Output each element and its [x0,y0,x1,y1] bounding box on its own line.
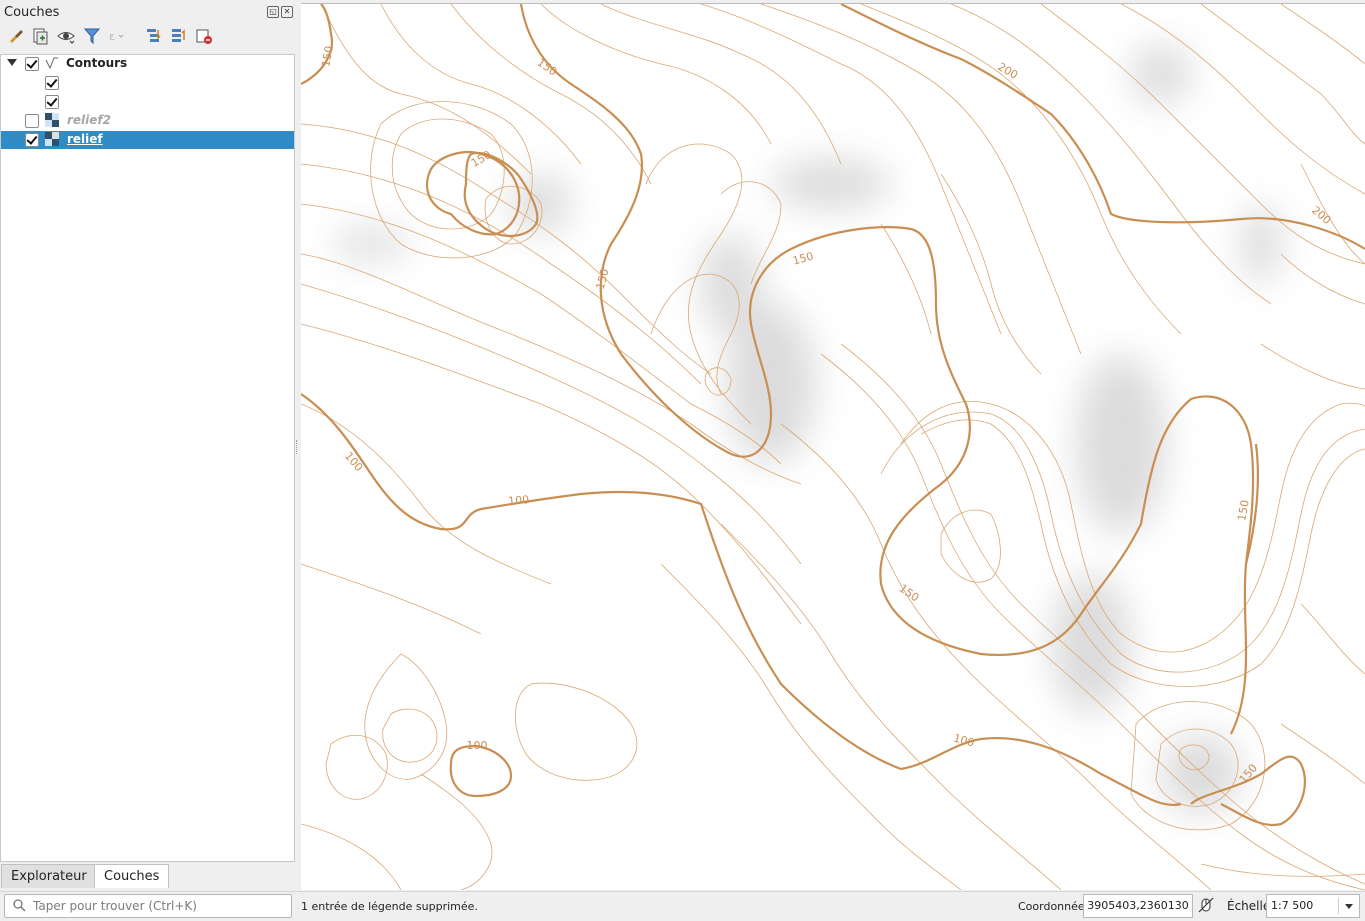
layers-panel: Couches ◱ ✕ ε Contours relief2 relief Ex… [0,0,296,888]
layer-tree: Contours relief2 relief [0,54,295,862]
legend-checkbox-1[interactable] [45,76,59,90]
panel-title: Couches [4,5,60,20]
scale-value: 1:7 500 [1271,899,1314,912]
contour-labels: 150 150 200 150 150 150 200 100 100 150 … [319,45,1333,786]
layer-row-contours[interactable]: Contours [1,55,294,73]
expand-all-icon[interactable] [144,26,164,46]
visibility-eye-icon[interactable] [56,26,76,46]
locator-search-box[interactable] [4,894,292,918]
chevron-down-icon[interactable] [1345,904,1353,909]
filter-expression-icon[interactable]: ε [106,26,126,46]
coordinate-label: Coordonnée [1018,900,1085,913]
contour-map[interactable]: 150 150 200 150 150 150 200 100 100 150 … [301,4,1365,890]
contour-label: 100 [467,739,488,752]
search-input[interactable] [31,897,285,915]
float-panel-icon[interactable]: ◱ [267,6,279,18]
raster-layer-icon [45,113,59,127]
layer-label-relief2: relief2 [67,113,111,127]
svg-text:ε: ε [109,30,115,43]
scale-label: Échelle [1227,899,1271,913]
map-canvas[interactable]: 150 150 200 150 150 150 200 100 100 150 … [301,3,1365,890]
coordinate-field[interactable]: 3905403,2360130 [1083,894,1193,918]
legend-item-1[interactable] [1,74,294,92]
collapse-all-icon[interactable] [169,26,189,46]
line-layer-icon [45,57,58,70]
filter-icon[interactable] [82,26,102,46]
add-group-icon[interactable] [30,26,50,46]
scale-combobox[interactable]: 1:7 500 [1266,894,1360,918]
style-brush-icon[interactable] [6,26,26,46]
contour-label: 150 [319,45,335,68]
layer-row-relief2[interactable]: relief2 [1,112,294,130]
layer-checkbox-relief[interactable] [25,133,39,147]
layer-label-relief: relief [67,132,103,146]
remove-layer-icon[interactable] [194,26,214,46]
layer-checkbox-relief2[interactable] [25,114,39,128]
layer-label-contours: Contours [66,56,128,70]
contour-label: 200 [995,60,1020,82]
combobox-divider [1338,898,1339,914]
index-contours [301,4,1365,827]
expand-arrow-icon[interactable] [7,59,17,66]
layer-row-relief[interactable]: relief [1,131,294,149]
legend-item-2[interactable] [1,93,294,111]
status-bar: 1 entrée de légende supprimée. Coordonné… [0,891,1365,921]
contour-label: 100 [508,493,530,508]
close-panel-icon[interactable]: ✕ [281,6,293,18]
contour-label: 200 [1309,204,1333,227]
status-message: 1 entrée de légende supprimée. [301,900,478,913]
contour-label: 150 [791,250,815,268]
contour-label: 100 [342,450,365,474]
contour-label: 150 [897,582,922,605]
tab-explorer[interactable]: Explorateur [1,864,97,888]
layer-checkbox-contours[interactable] [25,57,39,71]
toggle-extents-mouse-icon[interactable] [1197,896,1215,914]
panel-splitter[interactable] [296,440,299,454]
contour-label: 150 [535,56,560,79]
raster-layer-icon [45,132,59,146]
search-icon [13,899,26,912]
contour-label: 150 [1235,499,1251,522]
tab-layers[interactable]: Couches [94,864,170,888]
legend-checkbox-2[interactable] [45,95,59,109]
